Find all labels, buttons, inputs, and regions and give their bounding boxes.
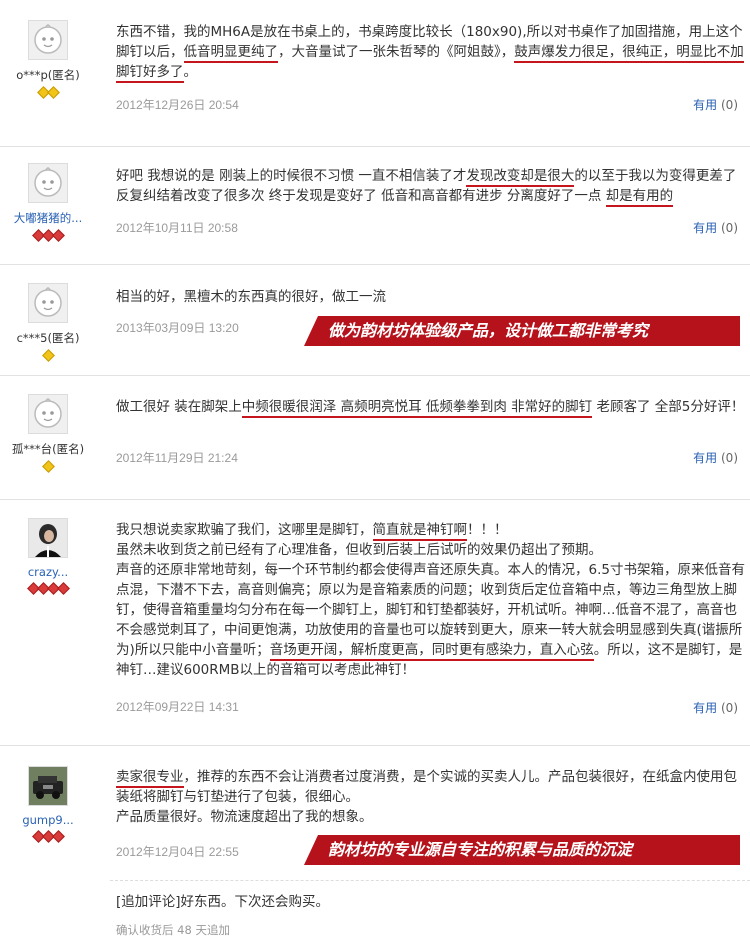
highlight-underline: 中频很暖很润泽 高频明亮悦耳 低频拳拳到肉 非常好的脚钉 [241,399,593,418]
useful-button[interactable]: 有用 (0) [693,699,738,716]
append-confirm-note: 确认收货后 48 天追加 [116,923,230,937]
useful-button[interactable]: 有用 (0) [693,449,738,466]
level-badges [0,86,96,99]
reviewer-info: o***p(匿名) [0,20,96,99]
highlight-underline: 发现改变却是很大 [466,168,575,187]
review-date: 2012年10月11日 20:58 [116,221,238,235]
level-badges [0,830,96,843]
red-diamond-icon [51,830,65,843]
review-item: 大嘟猪猪的... 好吧 我想说的是 刚装上的时候很不习惯 一直不相信装了才发现改… [0,147,750,265]
reviewer-name[interactable]: o***p(匿名) [0,67,96,83]
reviewer-info: gump9... [0,766,96,843]
review-item: c***5(匿名) 相当的好，黑檀木的东西真的很好，做工一流 2013年03月0… [0,265,750,376]
car-photo-avatar[interactable] [28,766,68,806]
level-badges [0,349,96,362]
review-text: 东西不错，我的MH6A是放在书桌上的，书桌跨度比较长（180x90),所以对书桌… [116,22,746,83]
highlight-underline: 简直就是神钉啊 [372,522,467,541]
default-avatar-icon[interactable] [28,394,68,434]
append-review-text: [追加评论]好东西。下次还会购买。 [116,894,330,910]
review-date: 2012年11月29日 21:24 [116,451,238,465]
gold-diamond-icon [46,86,60,99]
review-text: 相当的好，黑檀木的东西真的很好，做工一流 [116,289,386,305]
level-badges [0,229,96,242]
review-text: 好吧 我想说的是 刚装上的时候很不习惯 一直不相信装了才发现改变却是很大的以至于… [116,166,746,207]
review-date: 2013年03月09日 13:20 [116,321,239,335]
review-date: 2012年09月22日 14:31 [116,700,239,714]
gold-diamond-icon [41,349,55,362]
review-item: 孤***台(匿名) 做工很好 装在脚架上中频很暖很润泽 高频明亮悦耳 低频拳拳到… [0,376,750,500]
review-item: gump9... 卖家很专业，推荐的东西不会让消费者过度消费，是个实诚的买卖人儿… [0,746,750,942]
reviewer-info: crazy... [0,518,96,595]
review-item: crazy... 我只想说卖家欺骗了我们，这哪里是脚钉，简直就是神钉啊！！！ 虽… [0,500,750,746]
highlight-underline: 低音明显更纯了 [183,44,278,63]
highlight-underline: 却是有用的 [605,188,674,207]
useful-button[interactable]: 有用 (0) [693,219,738,236]
reviewer-info: c***5(匿名) [0,283,96,362]
default-avatar-icon[interactable] [28,163,68,203]
useful-button[interactable]: 有用 (0) [693,96,738,113]
review-text: 我只想说卖家欺骗了我们，这哪里是脚钉，简直就是神钉啊！！！ 虽然未收到货之前已经… [116,522,745,678]
review-date: 2012年12月04日 22:55 [116,845,239,859]
red-diamond-icon [56,582,70,595]
reviewer-name[interactable]: crazy... [0,565,96,579]
review-text: 做工很好 装在脚架上中频很暖很润泽 高频明亮悦耳 低频拳拳到肉 非常好的脚钉 老… [116,397,746,418]
reviewer-name[interactable]: gump9... [0,813,96,827]
highlight-underline: 音场更开阔，解析度更高，同时更有感染力，直入心弦 [269,642,594,661]
promo-banner: 韵材坊的专业源自专注的积累与品质的沉淀 [304,835,740,865]
highlight-underline: 卖家很专业 [116,769,184,788]
review-item: o***p(匿名) 东西不错，我的MH6A是放在书桌上的，书桌跨度比较长（180… [0,0,750,147]
level-badges [0,582,96,595]
review-date: 2012年12月26日 20:54 [116,98,239,112]
gold-diamond-icon [41,460,55,473]
user-photo-avatar[interactable] [28,518,68,558]
default-avatar-icon[interactable] [28,283,68,323]
reviewer-name[interactable]: 大嘟猪猪的... [0,210,96,226]
reviewer-name[interactable]: 孤***台(匿名) [0,441,96,457]
reviewer-info: 孤***台(匿名) [0,394,96,473]
promo-banner: 做为韵材坊体验级产品，设计做工都非常考究 [304,316,740,346]
reviewer-info: 大嘟猪猪的... [0,163,96,242]
review-text: 卖家很专业，推荐的东西不会让消费者过度消费，是个实诚的买卖人儿。产品包装很好，在… [116,769,737,825]
default-avatar-icon[interactable] [28,20,68,60]
level-badges [0,460,96,473]
divider [110,880,750,881]
red-diamond-icon [51,229,65,242]
reviewer-name[interactable]: c***5(匿名) [0,330,96,346]
